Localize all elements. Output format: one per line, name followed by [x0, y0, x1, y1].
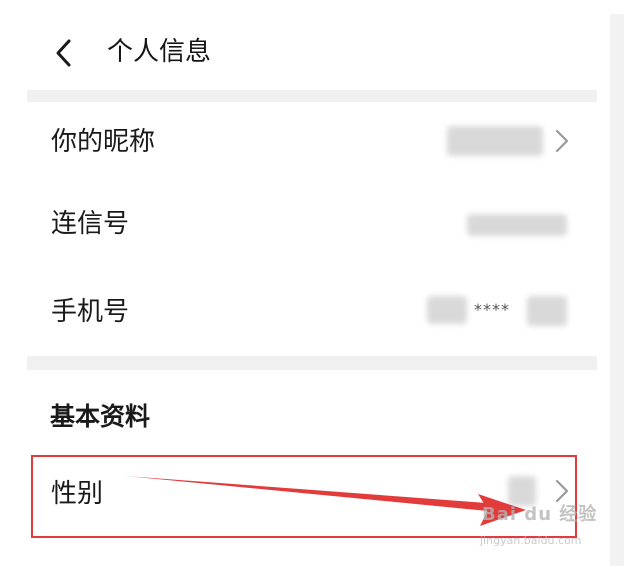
annotation-arrow [126, 476, 526, 526]
watermark-logo: Bai du 经验 [482, 504, 598, 525]
watermark-url: jingyan.baidu.com [480, 534, 582, 547]
